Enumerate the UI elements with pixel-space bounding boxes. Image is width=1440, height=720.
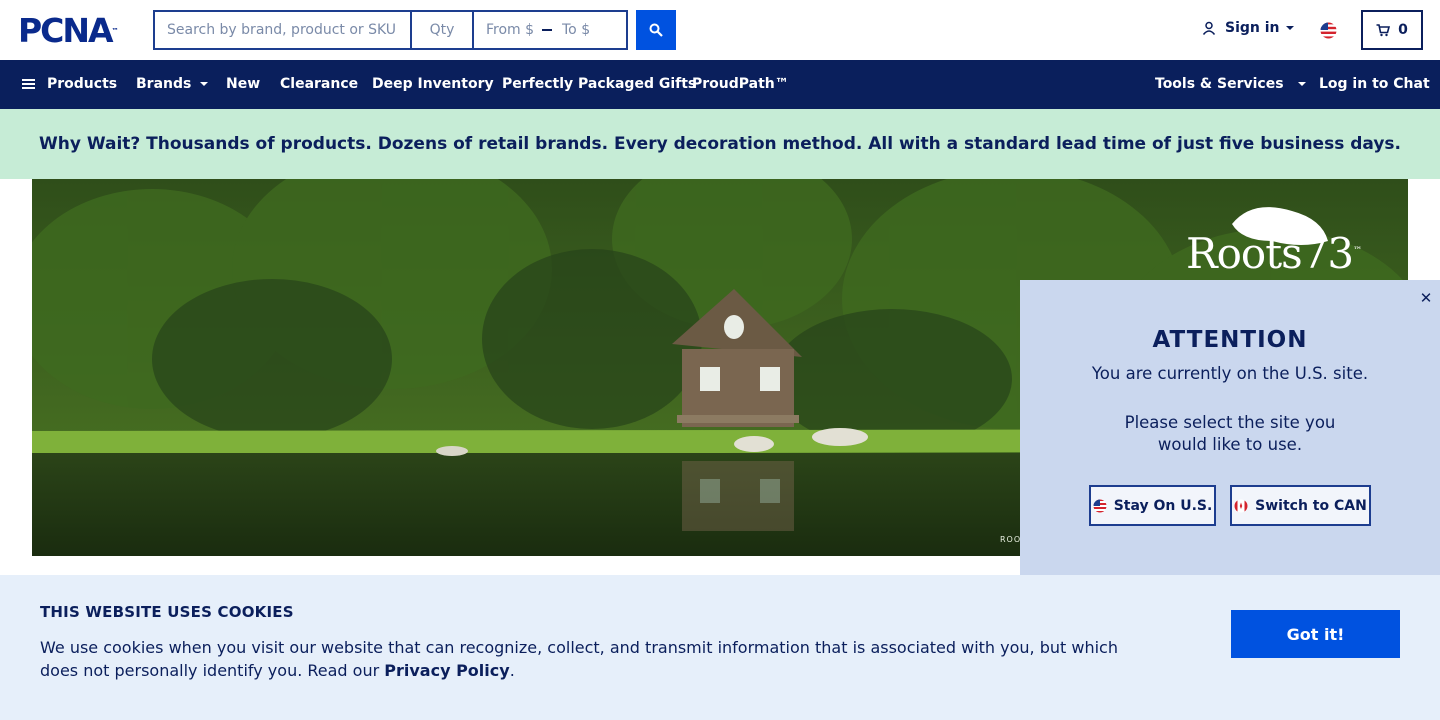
price-to-input[interactable]	[562, 22, 614, 38]
promo-text: Why Wait? Thousands of products. Dozens …	[38, 134, 1402, 154]
sign-in-menu[interactable]: Sign in	[1202, 20, 1294, 36]
site-selector-modal: ✕ ATTENTION You are currently on the U.S…	[1020, 280, 1440, 575]
nav-item-deep-inventory[interactable]: Deep Inventory	[372, 76, 494, 92]
promo-banner: Why Wait? Thousands of products. Dozens …	[0, 109, 1440, 179]
cookie-text: We use cookies when you visit our websit…	[40, 636, 1130, 682]
search-bar	[153, 10, 676, 50]
nav-label: ProudPath™	[692, 76, 789, 92]
nav-item-gifts[interactable]: Perfectly Packaged Gifts	[502, 76, 696, 92]
switch-can-button[interactable]: Switch to CAN	[1230, 485, 1371, 526]
logo-text: PCNA	[18, 11, 114, 50]
canada-flag-icon	[1234, 499, 1248, 512]
nav-item-new[interactable]: New	[226, 76, 260, 92]
chevron-down-icon	[1297, 82, 1306, 86]
price-from-input[interactable]	[486, 22, 538, 38]
chevron-down-icon	[200, 82, 209, 86]
us-flag-icon[interactable]	[1320, 22, 1337, 43]
cookie-title: THIS WEBSITE USES COOKIES	[40, 603, 294, 621]
cart-icon	[1376, 23, 1391, 36]
nav-label: Clearance	[280, 76, 359, 92]
accept-cookies-button[interactable]: Got it!	[1231, 610, 1400, 658]
nav-label: Deep Inventory	[372, 76, 494, 92]
pcna-logo[interactable]: PCNA™	[18, 14, 119, 47]
search-input[interactable]	[153, 10, 411, 50]
hamburger-icon	[22, 77, 35, 91]
nav-item-proudpath[interactable]: ProudPath™	[692, 76, 789, 92]
nav-label: New	[226, 76, 261, 92]
chat-login-link[interactable]: Log in to Chat	[1319, 76, 1430, 92]
nav-item-brands[interactable]: Brands	[136, 76, 209, 92]
close-icon[interactable]: ✕	[1416, 288, 1436, 308]
us-flag-icon	[1093, 499, 1107, 512]
sign-in-label: Sign in	[1225, 20, 1280, 36]
search-button[interactable]	[636, 10, 676, 50]
switch-can-label: Switch to CAN	[1255, 497, 1367, 514]
hero-brand-text: Roots73	[1186, 229, 1354, 278]
privacy-policy-link[interactable]: Privacy Policy	[384, 661, 509, 680]
modal-current-site-text: You are currently on the U.S. site.	[1091, 364, 1369, 383]
nav-item-clearance[interactable]: Clearance	[280, 76, 358, 92]
hero-credit: ROO	[1000, 535, 1022, 544]
nav-item-products[interactable]: Products	[22, 76, 117, 92]
stay-us-button[interactable]: Stay On U.S.	[1089, 485, 1216, 526]
chevron-down-icon	[1285, 26, 1294, 30]
cookie-text-end: .	[509, 661, 515, 680]
search-icon	[649, 23, 663, 37]
user-icon	[1202, 21, 1216, 35]
hero-brand-trademark: ™	[1353, 246, 1362, 256]
cookie-banner: THIS WEBSITE USES COOKIES We use cookies…	[0, 575, 1440, 720]
hero-brand-logo: Roots73™	[1186, 229, 1362, 278]
range-dash	[542, 29, 552, 31]
stay-us-label: Stay On U.S.	[1113, 497, 1213, 514]
top-bar: PCNA™ Sign in 0	[0, 0, 1440, 60]
cart-count: 0	[1398, 22, 1408, 38]
cart-button[interactable]: 0	[1361, 10, 1423, 50]
qty-input[interactable]	[411, 10, 473, 50]
nav-label: Perfectly Packaged Gifts	[502, 76, 697, 92]
nav-label: Tools & Services	[1155, 76, 1284, 92]
logo-trademark: ™	[111, 27, 119, 35]
nav-label: Brands	[136, 76, 192, 92]
main-nav: Products Brands New Clearance Deep Inven…	[0, 60, 1440, 109]
cookie-body-text: We use cookies when you visit our websit…	[40, 638, 1118, 680]
price-range	[473, 10, 628, 50]
nav-label: Products	[47, 76, 118, 92]
nav-item-tools-services[interactable]: Tools & Services	[1155, 76, 1306, 92]
modal-select-site-text: Please select the site you would like to…	[1124, 413, 1336, 454]
modal-title: ATTENTION	[1152, 327, 1308, 353]
nav-label: Log in to Chat	[1319, 76, 1430, 92]
